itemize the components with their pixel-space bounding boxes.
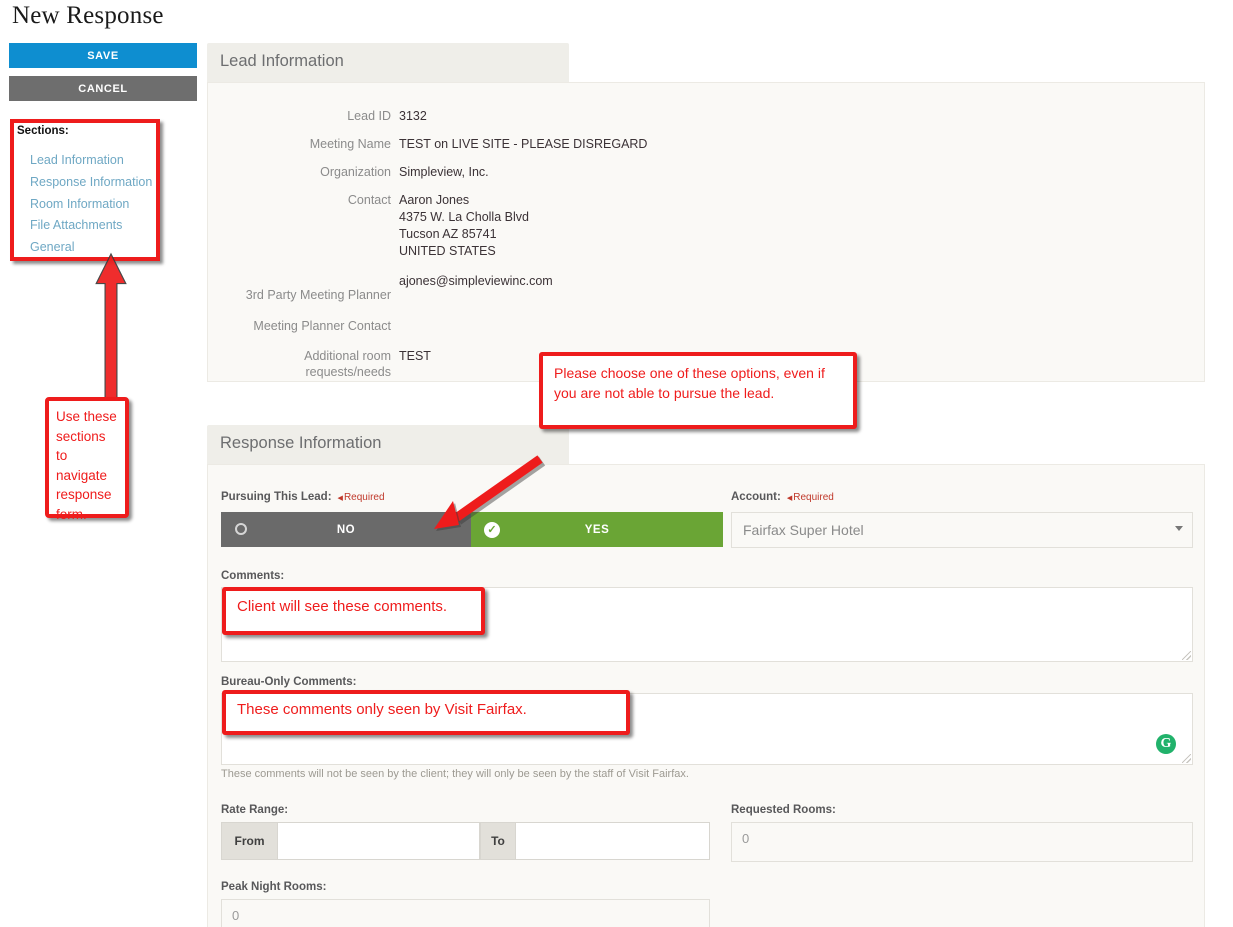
contact-label: Contact bbox=[347, 193, 391, 207]
meeting-name-value: TEST on LIVE SITE - PLEASE DISREGARD bbox=[399, 137, 648, 151]
annotation-navigate-sections-text: Use these sections to navigate response … bbox=[56, 409, 117, 522]
lead-information-header: Lead Information bbox=[207, 43, 569, 82]
lead-information-body: Lead ID 3132 Meeting Name TEST on LIVE S… bbox=[207, 82, 1205, 382]
account-select-value: Fairfax Super Hotel bbox=[743, 522, 864, 538]
rate-range-from-addon: From bbox=[221, 822, 278, 860]
sections-nav-box: Sections: Lead Information Response Info… bbox=[10, 119, 160, 261]
bureau-only-comments-label: Bureau-Only Comments: bbox=[221, 676, 357, 688]
additional-requests-label-line1: Additional room bbox=[304, 349, 391, 363]
contact-country: UNITED STATES bbox=[399, 244, 496, 258]
annotation-client-comments-text: Client will see these comments. bbox=[237, 598, 448, 615]
annotation-navigate-sections: Use these sections to navigate response … bbox=[45, 397, 129, 522]
left-rail: SAVE CANCEL bbox=[9, 43, 197, 101]
lead-id-value: 3132 bbox=[399, 109, 427, 123]
contact-name: Aaron Jones bbox=[399, 193, 470, 207]
annotation-bureau-comments-text: These comments only seen by Visit Fairfa… bbox=[237, 701, 527, 718]
peak-night-rooms-label: Peak Night Rooms: bbox=[221, 881, 327, 893]
sidebar-item-response-information[interactable]: Response Information bbox=[30, 175, 152, 190]
third-party-planner-label: 3rd Party Meeting Planner bbox=[245, 288, 391, 302]
save-button[interactable]: SAVE bbox=[9, 43, 197, 68]
contact-email: ajones@simpleviewinc.com bbox=[399, 274, 553, 288]
rate-range-group: From To bbox=[221, 822, 710, 860]
peak-night-rooms-input[interactable]: 0 bbox=[221, 899, 710, 927]
pursuing-this-lead-label: Pursuing This Lead: Required bbox=[221, 491, 385, 503]
sidebar-item-room-information[interactable]: Room Information bbox=[30, 197, 152, 212]
annotation-bureau-comments: These comments only seen by Visit Fairfa… bbox=[222, 690, 630, 735]
pursuing-label-text: Pursuing This Lead: bbox=[221, 491, 332, 503]
sidebar-item-lead-information[interactable]: Lead Information bbox=[30, 153, 152, 168]
rate-range-to-input[interactable] bbox=[516, 822, 710, 860]
additional-requests-label: Additional room requests/needs bbox=[208, 348, 391, 380]
cancel-button[interactable]: CANCEL bbox=[9, 76, 197, 101]
organization-value: Simpleview, Inc. bbox=[399, 165, 489, 179]
response-information-panel: Response Information Pursuing This Lead:… bbox=[207, 425, 1205, 927]
lead-information-header-label: Lead Information bbox=[220, 52, 344, 70]
rate-range-label: Rate Range: bbox=[221, 804, 289, 816]
lead-id-label: Lead ID bbox=[347, 109, 391, 123]
organization-label: Organization bbox=[320, 165, 391, 179]
bureau-only-comments-helper-text: These comments will not be seen by the c… bbox=[221, 768, 689, 780]
resize-grip-icon[interactable] bbox=[1182, 754, 1191, 763]
sections-heading: Sections: bbox=[17, 125, 69, 137]
account-required-badge: Required bbox=[787, 492, 834, 503]
requested-rooms-input[interactable]: 0 bbox=[731, 822, 1193, 862]
account-label-text: Account: bbox=[731, 491, 781, 503]
contact-city-state-zip: Tucson AZ 85741 bbox=[399, 227, 497, 241]
contact-value: Aaron Jones 4375 W. La Cholla Blvd Tucso… bbox=[399, 192, 553, 290]
grammarly-icon[interactable]: G bbox=[1156, 734, 1176, 754]
additional-requests-label-line2: requests/needs bbox=[305, 365, 391, 379]
sections-list: Lead Information Response Information Ro… bbox=[30, 153, 152, 262]
pursuing-required-badge: Required bbox=[338, 492, 385, 503]
sidebar-item-file-attachments[interactable]: File Attachments bbox=[30, 218, 152, 233]
account-select[interactable]: Fairfax Super Hotel bbox=[731, 512, 1193, 548]
planner-contact-label: Meeting Planner Contact bbox=[253, 319, 391, 333]
annotation-arrow-to-sections bbox=[95, 252, 127, 401]
page-title: New Response bbox=[12, 2, 164, 29]
comments-label: Comments: bbox=[221, 570, 285, 582]
sidebar-item-general[interactable]: General bbox=[30, 240, 152, 255]
annotation-choose-option-text: Please choose one of these options, even… bbox=[554, 365, 825, 401]
requested-rooms-label: Requested Rooms: bbox=[731, 804, 836, 816]
rate-range-to-addon: To bbox=[480, 822, 516, 860]
chevron-down-icon bbox=[1175, 526, 1183, 531]
lead-information-panel: Lead Information Lead ID 3132 Meeting Na… bbox=[207, 43, 1205, 382]
additional-requests-value: TEST bbox=[399, 349, 431, 363]
meeting-name-label: Meeting Name bbox=[309, 137, 391, 151]
annotation-choose-option: Please choose one of these options, even… bbox=[539, 352, 857, 429]
contact-street: 4375 W. La Cholla Blvd bbox=[399, 210, 529, 224]
annotation-arrow-to-toggle bbox=[434, 455, 546, 531]
annotation-client-comments: Client will see these comments. bbox=[222, 587, 485, 635]
rate-range-from-input[interactable] bbox=[278, 822, 480, 860]
account-label: Account: Required bbox=[731, 491, 834, 503]
resize-grip-icon[interactable] bbox=[1182, 651, 1191, 660]
contact-spacer bbox=[399, 260, 553, 273]
